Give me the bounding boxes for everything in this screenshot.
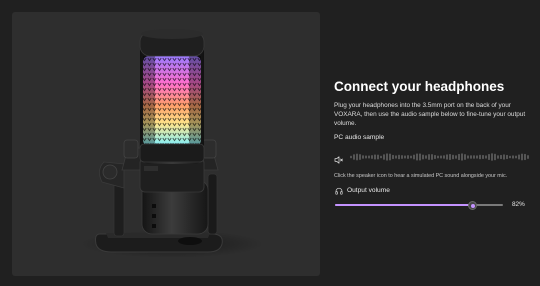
output-volume-slider[interactable] <box>335 199 503 211</box>
headphones-icon <box>335 187 343 195</box>
output-volume-text: Output volume <box>347 187 390 194</box>
speaker-hint-text: Click the speaker icon to hear a simulat… <box>334 173 508 179</box>
audio-sample-player <box>334 150 530 164</box>
slider-fill <box>335 204 473 206</box>
microphone-product-image <box>12 12 320 276</box>
speaker-muted-icon[interactable] <box>334 152 344 164</box>
audio-waveform <box>350 153 529 161</box>
page-title: Connect your headphones <box>334 79 505 94</box>
instructions-text: Plug your headphones into the 3.5mm port… <box>334 102 526 127</box>
audio-sample-label: PC audio sample <box>334 134 385 141</box>
microphone-illustration <box>80 29 264 258</box>
slider-thumb[interactable] <box>468 200 478 210</box>
output-volume-value: 82% <box>512 201 525 208</box>
headphone-setup-panel: Connect your headphones Plug your headph… <box>334 78 530 210</box>
